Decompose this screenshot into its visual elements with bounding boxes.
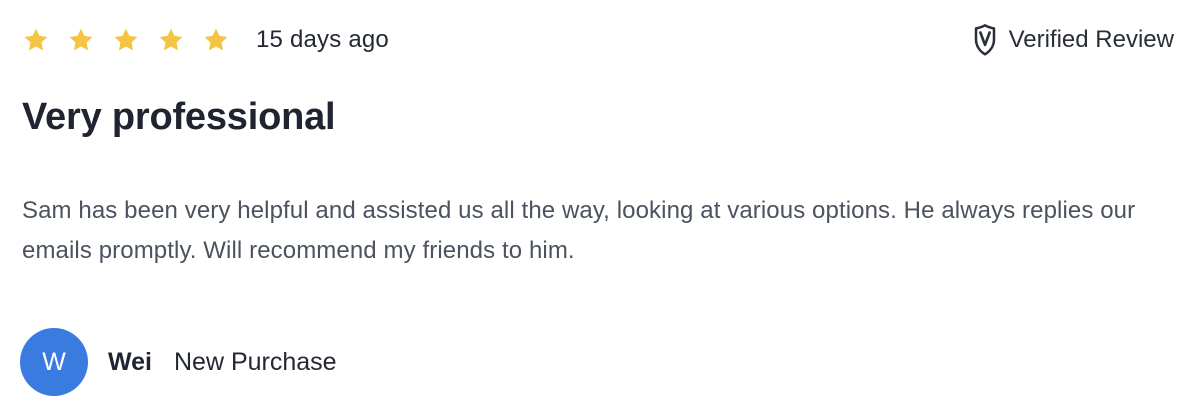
star-icon — [202, 26, 230, 54]
star-icon — [112, 26, 140, 54]
review-body: Sam has been very helpful and assisted u… — [22, 197, 1136, 264]
review-date: 15 days ago — [256, 26, 389, 53]
star-rating — [22, 26, 230, 54]
review-header: 15 days ago Verified Review — [22, 18, 1174, 62]
reviewer-info: W Wei New Purchase — [20, 327, 337, 397]
verified-review-label: Verified Review — [1008, 26, 1174, 53]
star-icon — [157, 26, 185, 54]
review-title: Very professional — [22, 96, 336, 138]
reviewer-name: Wei — [108, 347, 152, 376]
avatar: W — [20, 328, 88, 396]
review-card: 15 days ago Verified Review Very profess… — [0, 0, 1200, 405]
verified-review-badge: Verified Review — [971, 23, 1174, 57]
star-icon — [67, 26, 95, 54]
rating-block: 15 days ago — [22, 26, 389, 54]
purchase-type: New Purchase — [174, 347, 337, 376]
verified-shield-icon — [971, 23, 999, 57]
star-icon — [22, 26, 50, 54]
